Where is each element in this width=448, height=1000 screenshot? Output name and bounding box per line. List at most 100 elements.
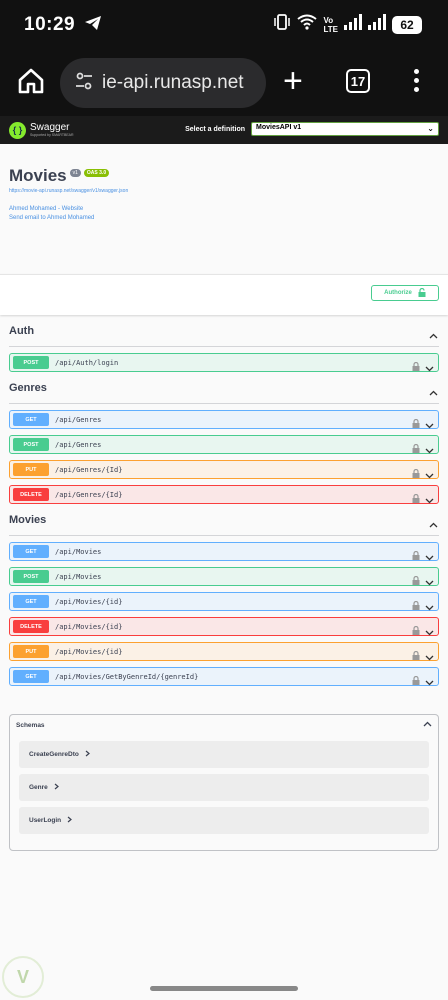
lock-icon[interactable]	[412, 647, 420, 665]
chevron-down-icon: ⌄	[427, 124, 434, 133]
tag-name: Auth	[9, 324, 35, 337]
battery-icon: 62	[392, 15, 422, 34]
method-badge: DELETE	[13, 620, 49, 633]
schemas-header[interactable]: Schemas	[10, 715, 438, 735]
chevron-right-icon	[54, 783, 59, 792]
lock-icon[interactable]	[412, 672, 420, 690]
tag-header[interactable]: Genres	[9, 372, 439, 404]
lock-icon[interactable]	[412, 465, 420, 483]
chevron-up-icon	[429, 515, 439, 527]
chevron-right-icon	[85, 750, 90, 759]
swagger-logo-icon: { }	[9, 121, 26, 139]
auth-container: Authorize	[0, 274, 448, 315]
operation-path: /api/Genres/{Id}	[55, 490, 123, 499]
telegram-icon	[84, 15, 102, 36]
watermark-logo: V	[2, 956, 44, 998]
lock-icon[interactable]	[412, 440, 420, 458]
operation-path: /api/Genres	[55, 440, 102, 449]
method-badge: DELETE	[13, 488, 49, 501]
lock-icon[interactable]	[412, 597, 420, 615]
operation-path: /api/Movies	[55, 547, 102, 556]
tag-name: Genres	[9, 381, 47, 394]
signal-icon	[344, 14, 362, 35]
chevron-up-icon	[423, 721, 432, 729]
chevron-down-icon	[425, 548, 434, 566]
swagger-logo[interactable]: { } Swagger Supported by SMARTBEAR	[9, 121, 74, 139]
clock: 10:29	[24, 14, 76, 35]
method-badge: GET	[13, 545, 49, 558]
operation-path: /api/Movies/{id}	[55, 622, 123, 631]
site-settings-icon[interactable]	[74, 71, 94, 96]
method-badge: POST	[13, 570, 49, 583]
lock-icon[interactable]	[412, 358, 420, 376]
contact-website-link[interactable]: Ahmed Mohamed - Website	[9, 205, 439, 214]
contact-email-link[interactable]: Send email to Ahmed Mohamed	[9, 214, 439, 223]
chevron-down-icon	[425, 598, 434, 616]
lock-icon[interactable]	[412, 547, 420, 565]
operations-list: Auth POST/api/Auth/login Genres GET/api/Gen…	[0, 315, 448, 686]
schema-item[interactable]: UserLogin	[19, 807, 429, 834]
lock-icon[interactable]	[412, 490, 420, 508]
schema-item[interactable]: Genre	[19, 774, 429, 801]
operation-path: /api/Genres/{Id}	[55, 465, 123, 474]
chevron-down-icon	[425, 573, 434, 591]
operation-row[interactable]: DELETE/api/Movies/{id}	[9, 617, 439, 636]
operation-row[interactable]: POST/api/Movies	[9, 567, 439, 586]
operation-path: /api/Movies/{id}	[55, 597, 123, 606]
status-bar: 10:29 Vo LTE 62	[0, 0, 448, 52]
operation-path: /api/Movies	[55, 572, 102, 581]
new-tab-icon[interactable]: +	[283, 64, 303, 98]
definition-label: Select a definition	[185, 125, 245, 133]
method-badge: GET	[13, 413, 49, 426]
operation-row[interactable]: GET/api/Movies/GetByGenreId/{genreId}	[9, 667, 439, 686]
lock-icon[interactable]	[412, 622, 420, 640]
tag-section-genres: Genres GET/api/Genres POST/api/Genres PUT/a…	[9, 372, 439, 504]
home-icon[interactable]	[14, 64, 48, 98]
chevron-down-icon	[425, 491, 434, 509]
lock-icon[interactable]	[412, 572, 420, 590]
schema-name: Genre	[29, 784, 48, 791]
swagger-page: { } Swagger Supported by SMARTBEAR Selec…	[0, 116, 448, 1000]
vibrate-icon	[273, 14, 291, 35]
operation-row[interactable]: PUT/api/Movies/{id}	[9, 642, 439, 661]
definition-select[interactable]: MoviesAPI v1 ⌄	[251, 122, 439, 136]
method-badge: GET	[13, 595, 49, 608]
operation-row[interactable]: GET/api/Movies/{id}	[9, 592, 439, 611]
wifi-icon	[297, 14, 318, 35]
status-icons: Vo LTE 62	[273, 14, 422, 35]
operation-row[interactable]: DELETE/api/Genres/{Id}	[9, 485, 439, 504]
chevron-down-icon	[425, 673, 434, 691]
tab-switcher-button[interactable]: 17	[346, 69, 370, 93]
tag-header[interactable]: Auth	[9, 315, 439, 347]
operation-row[interactable]: GET/api/Movies	[9, 542, 439, 561]
tag-section-movies: Movies GET/api/Movies POST/api/Movies GET/a…	[9, 504, 439, 686]
method-badge: POST	[13, 438, 49, 451]
schema-name: CreateGenreDto	[29, 751, 79, 758]
schema-name: UserLogin	[29, 817, 62, 824]
chevron-down-icon	[425, 466, 434, 484]
signal-icon-2	[368, 14, 386, 35]
schema-item[interactable]: CreateGenreDto	[19, 741, 429, 768]
operation-path: /api/Movies/GetByGenreId/{genreId}	[55, 672, 199, 681]
operation-row[interactable]: GET/api/Genres	[9, 410, 439, 429]
operation-row[interactable]: POST/api/Genres	[9, 435, 439, 454]
lock-icon[interactable]	[412, 415, 420, 433]
method-badge: PUT	[13, 463, 49, 476]
chevron-right-icon	[67, 816, 73, 825]
more-menu-icon[interactable]	[414, 69, 420, 96]
url-text: ie-api.runasp.net	[102, 72, 244, 93]
gesture-nav-handle[interactable]	[150, 986, 298, 991]
operation-row[interactable]: PUT/api/Genres/{Id}	[9, 460, 439, 479]
version-badge: v1	[69, 169, 81, 177]
operation-row[interactable]: POST/api/Auth/login	[9, 353, 439, 372]
tag-section-auth: Auth POST/api/Auth/login	[9, 315, 439, 372]
tag-header[interactable]: Movies	[9, 504, 439, 536]
swagger-topbar: { } Swagger Supported by SMARTBEAR Selec…	[0, 116, 448, 144]
browser-toolbar: ie-api.runasp.net + 17	[0, 52, 448, 116]
spec-url-link[interactable]: https://movie-api.runasp.net/swagger/v1/…	[9, 188, 439, 194]
chevron-up-icon	[429, 326, 439, 338]
chevron-up-icon	[429, 383, 439, 395]
address-bar[interactable]: ie-api.runasp.net	[60, 58, 266, 108]
authorize-button[interactable]: Authorize	[371, 285, 439, 301]
swagger-logo-text: Swagger	[30, 122, 70, 133]
